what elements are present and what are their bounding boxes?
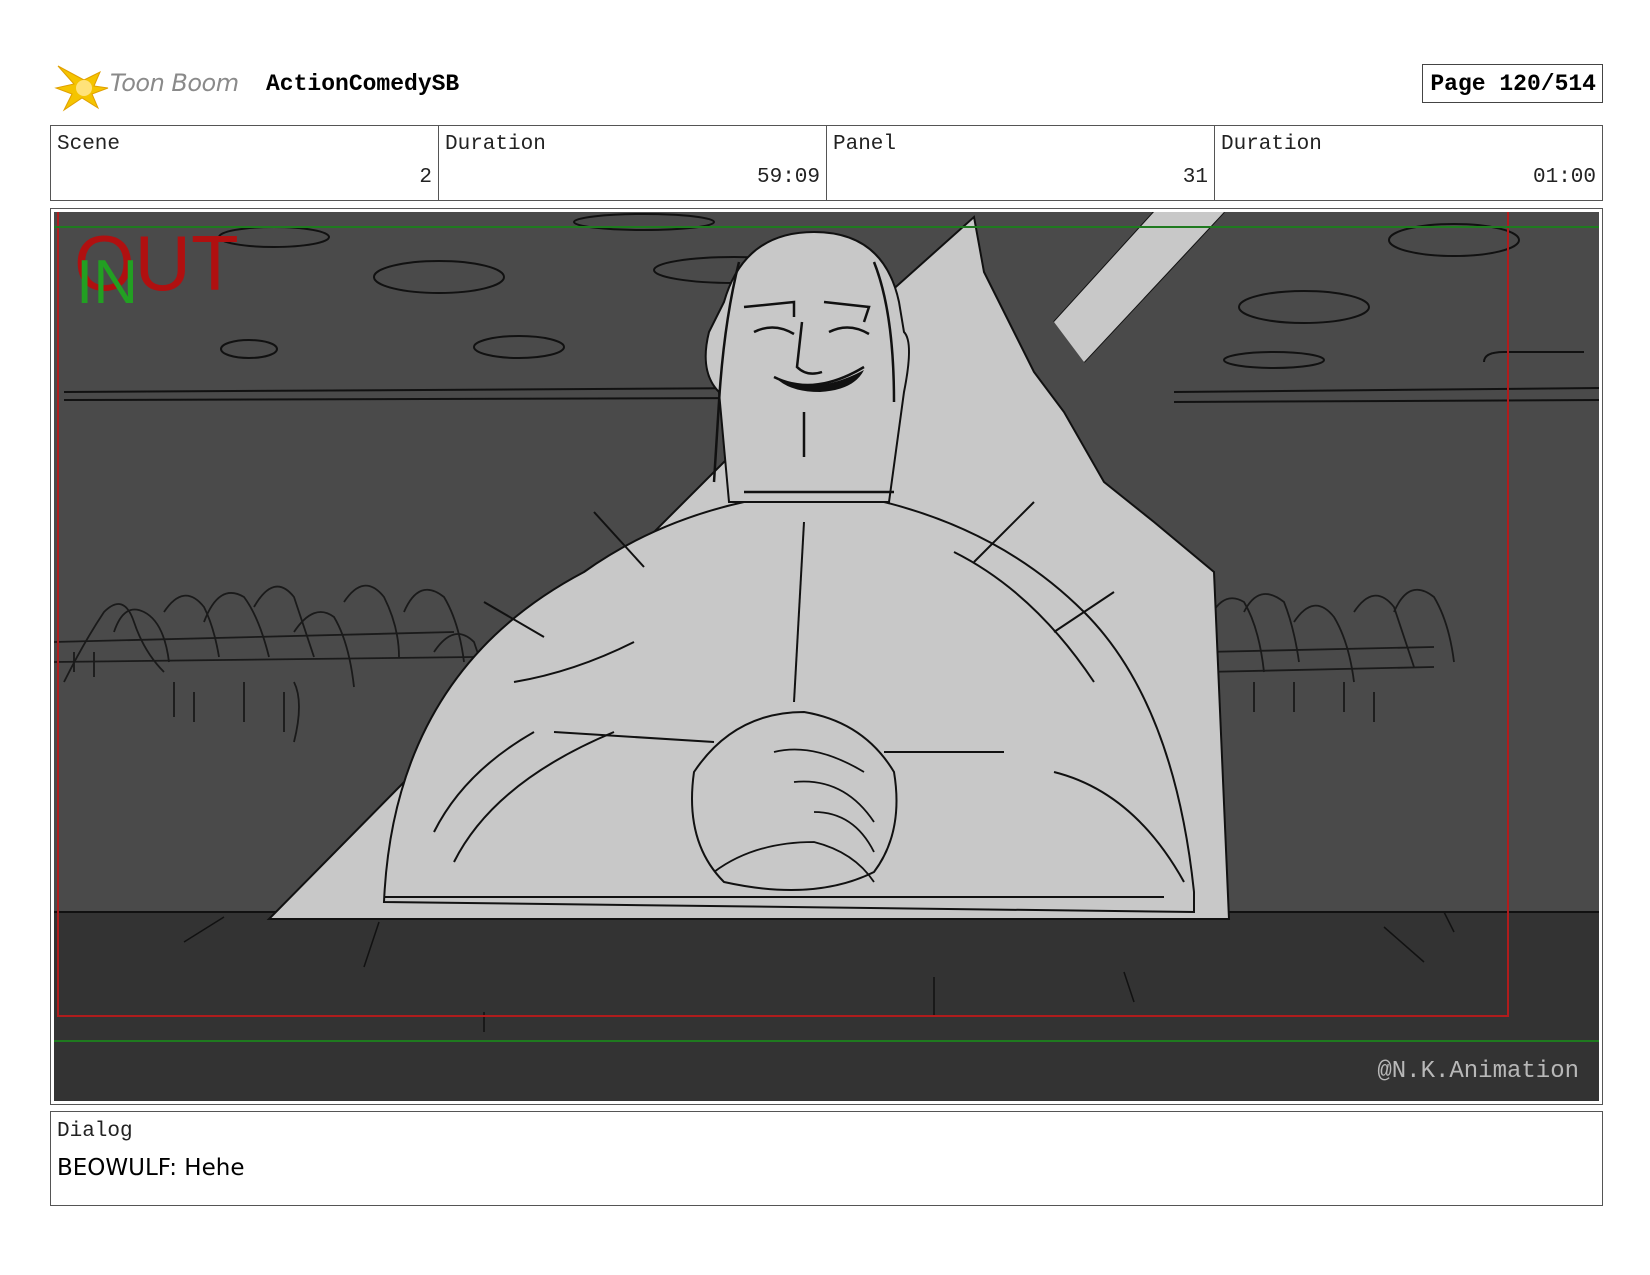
scene-value: 2 xyxy=(419,166,432,189)
table-surface xyxy=(54,912,1599,1101)
scene-duration-label: Duration xyxy=(445,133,546,156)
starburst-icon xyxy=(54,65,109,112)
toon-boom-logo: Toon Boom xyxy=(54,58,254,114)
panel-value: 31 xyxy=(1182,166,1208,189)
scene-duration-cell: Duration 59:09 xyxy=(439,126,827,200)
dialog-label: Dialog xyxy=(57,1120,133,1143)
panel-duration-cell: Duration 01:00 xyxy=(1215,126,1602,200)
panel-cell: Panel 31 xyxy=(827,126,1215,200)
panel-info-table: Scene 2 Duration 59:09 Panel 31 Duration… xyxy=(50,125,1603,201)
project-title: ActionComedySB xyxy=(266,71,460,97)
watermark: @N.K.Animation xyxy=(1377,1058,1579,1085)
in-marker: IN xyxy=(76,248,138,317)
storyboard-panel-image: OUT IN @N.K.Animation xyxy=(54,212,1599,1101)
panel-duration-label: Duration xyxy=(1221,133,1322,156)
logo-wordmark: Toon Boom xyxy=(110,69,239,97)
dialog-text: BEOWULF: Hehe xyxy=(57,1155,245,1181)
scene-label: Scene xyxy=(57,133,121,156)
panel-label: Panel xyxy=(833,133,897,156)
panel-duration-value: 01:00 xyxy=(1532,166,1596,189)
scene-cell: Scene 2 xyxy=(51,126,439,200)
page-header: Toon Boom ActionComedySB Page 120/514 xyxy=(50,58,1603,112)
scene-duration-value: 59:09 xyxy=(756,166,820,189)
clasped-hands xyxy=(691,710,898,891)
dialog-box: Dialog BEOWULF: Hehe xyxy=(50,1111,1603,1206)
page-indicator: Page 120/514 xyxy=(1422,64,1603,103)
